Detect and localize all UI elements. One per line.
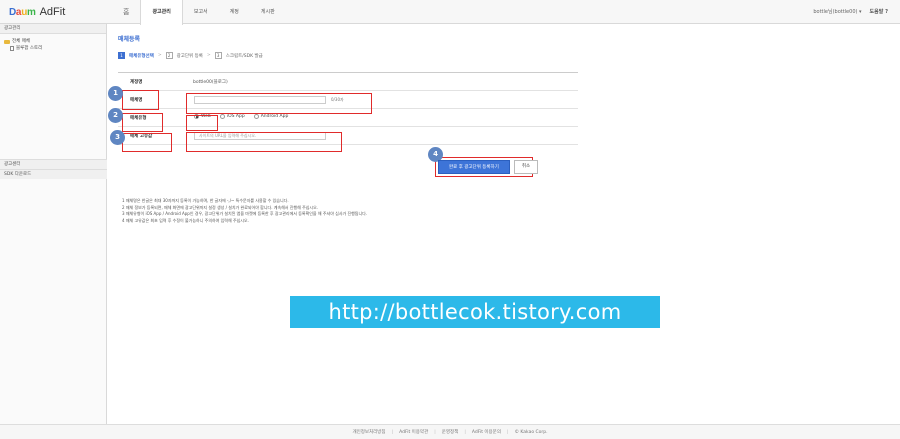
sidebar-link-ad-center[interactable]: 광고센터 <box>0 159 107 169</box>
radio-unchecked-icon <box>253 114 259 119</box>
tree-item-all-media[interactable]: 전체 매체 <box>4 38 102 45</box>
step-separator-icon: > <box>206 53 211 58</box>
tree-item-media[interactable]: 블루팜 스토리 <box>4 45 102 52</box>
nav-report[interactable]: 보고서 <box>183 0 219 24</box>
step-number: 3 <box>214 52 222 59</box>
nav-home[interactable]: 홈 <box>112 0 140 24</box>
highlight-box-type-label <box>122 113 163 132</box>
page-title: 매체등록 <box>118 36 141 43</box>
sidebar-link-sdk-download[interactable]: SDK 다운로드 <box>0 169 107 179</box>
step-separator-icon: > <box>157 53 162 58</box>
footer-divider: | <box>434 429 436 435</box>
annotation-badge-3: 3 <box>110 130 125 145</box>
account-value: bottle00(블로그) <box>193 79 228 85</box>
footer-divider: | <box>464 429 466 435</box>
daum-adfit-logo[interactable]: Daum AdFit <box>9 5 65 19</box>
footer-contact-link[interactable]: AdFit 이용문의 <box>472 429 501 435</box>
top-bar: Daum AdFit 홈 광고관리 보고서 계정 게시판 bottle님(bot… <box>0 0 900 25</box>
step-indicator: 1 매체유형선택 > 2 광고단위 등록 > 3 스크립트/SDK 발급 <box>118 52 263 59</box>
step-number: 1 <box>118 52 125 59</box>
footer-terms-link[interactable]: AdFit 이용약관 <box>399 429 428 435</box>
step-number: 2 <box>165 52 173 59</box>
tree-item-label: 블루팜 스토리 <box>16 46 43 51</box>
sidebar: 광고관리 전체 매체 블루팜 스토리 광고센터 SDK 다운로드 <box>0 24 107 424</box>
tree-item-label: 전체 매체 <box>12 39 30 44</box>
form-actions: 완료 후 광고단위 등록하기 취소 <box>438 160 539 174</box>
nav-account[interactable]: 계정 <box>219 0 250 24</box>
highlight-box-web-radio <box>186 115 218 131</box>
highlight-box-unique-label <box>122 133 172 152</box>
footer-privacy-link[interactable]: 개인정보처리방침 <box>352 429 385 435</box>
step-label: 광고단위 등록 <box>176 53 203 59</box>
note-line: 4 매체 고유값은 최초 입력 후 수정이 불가능하니 주의하여 입력해 주십시… <box>122 217 249 223</box>
radio-label: iOS App <box>226 114 245 119</box>
sidebar-lower-links: 광고센터 SDK 다운로드 <box>0 159 107 179</box>
nav-board[interactable]: 게시판 <box>250 0 286 24</box>
cancel-button[interactable]: 취소 <box>513 160 539 174</box>
user-menu: bottle님(bottle00) ▾ 도움말 ? <box>813 0 888 24</box>
highlight-box-name-label <box>122 90 159 110</box>
guide-notes: 1 매체명은 한글은 최대 30자까지 등록이 가능하며, 한 글자에 -,/~… <box>122 198 642 224</box>
footer-copyright: © Kakao Corp. <box>514 429 548 435</box>
adfit-logo-text: AdFit <box>39 6 66 18</box>
help-link[interactable]: 도움말 ? <box>870 0 888 24</box>
nav-ad-management[interactable]: 광고관리 <box>140 0 183 25</box>
annotation-badge-2: 2 <box>108 108 123 123</box>
step-label-current: 매체유형선택 <box>129 53 154 59</box>
highlight-box-name-input <box>186 93 372 114</box>
media-tree: 전체 매체 블루팜 스토리 <box>0 34 106 56</box>
step-label: 스크립트/SDK 발급 <box>225 53 263 59</box>
user-account-dropdown[interactable]: bottle님(bottle00) ▾ <box>813 0 861 24</box>
radio-label: Android App <box>260 114 289 119</box>
submit-register-ad-unit-button[interactable]: 완료 후 광고단위 등록하기 <box>438 160 510 174</box>
annotation-badge-1: 1 <box>108 86 123 101</box>
radio-android-app[interactable]: Android App <box>253 114 289 119</box>
footer-divider: | <box>506 429 509 435</box>
form-row-account: 계정명 bottle00(블로그) <box>118 73 578 91</box>
footer: 개인정보처리방침 | AdFit 이용약관 | 운영정책 | AdFit 이용문… <box>0 424 900 439</box>
sidebar-title: 광고관리 <box>0 24 106 34</box>
footer-policy-link[interactable]: 운영정책 <box>442 429 459 435</box>
footer-divider: | <box>391 429 394 435</box>
document-icon <box>10 46 14 51</box>
account-label: 계정명 <box>130 79 143 85</box>
highlight-box-url-input <box>186 132 342 152</box>
main-nav: 홈 광고관리 보고서 계정 게시판 <box>112 0 286 25</box>
main-content: 매체등록 1 매체유형선택 > 2 광고단위 등록 > 3 스크립트/SDK 발… <box>118 34 888 145</box>
radio-unchecked-icon <box>219 114 225 119</box>
folder-icon <box>4 39 10 44</box>
daum-logo: Daum <box>9 6 36 18</box>
radio-ios-app[interactable]: iOS App <box>219 114 245 119</box>
blog-watermark: http://bottlecok.tistory.com <box>290 296 660 328</box>
